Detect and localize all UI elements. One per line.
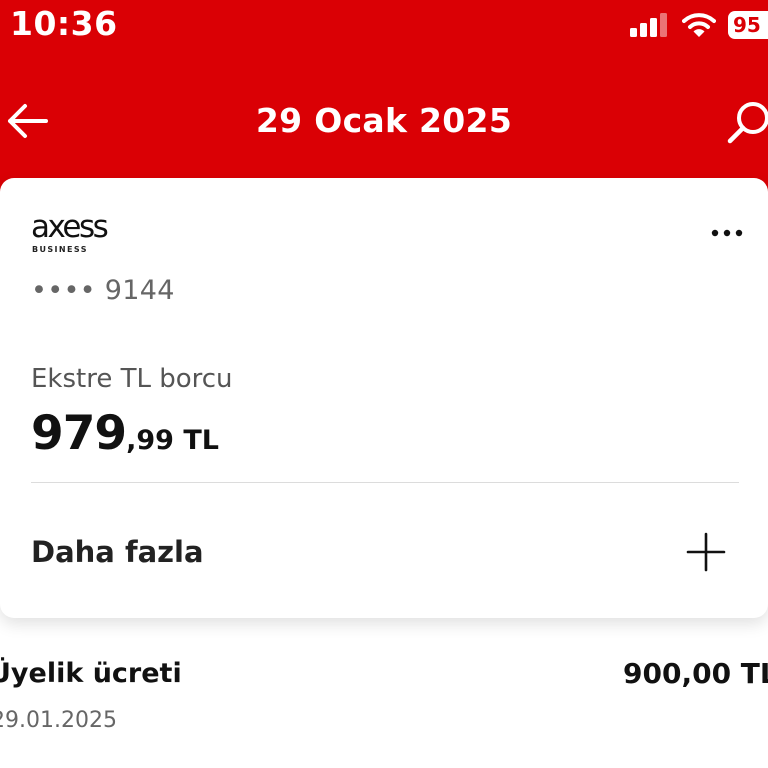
wifi-icon [682,13,716,37]
card-number: •••• 9144 [31,275,175,306]
more-horizontal-icon[interactable] [704,226,750,240]
debt-amount-integer: 979 [31,406,127,461]
brand-name: axess [31,209,109,245]
transaction-date: 29.01.2025 [0,708,117,733]
divider [31,482,739,483]
credit-card-panel: axess BUSINESS •••• 9144 Ekstre TL borcu… [0,178,768,618]
transaction-title: Üyelik ücreti [0,658,182,689]
battery-icon: 95 [728,11,768,39]
app-header: 10:36 95 29 Ocak 2025 [0,0,768,205]
transaction-item[interactable]: Üyelik ücreti 900,00 TL 29.01.2025 [0,640,768,750]
brand-sub: BUSINESS [32,245,88,254]
axess-logo: axess BUSINESS [31,209,109,254]
page-title: 29 Ocak 2025 [255,101,513,140]
debt-label: Ekstre TL borcu [31,364,233,394]
debt-amount: 979,99 TL [31,406,219,472]
search-icon[interactable] [724,100,768,144]
screen: 10:36 95 29 Ocak 2025 axess BUSINESS •••… [0,0,768,768]
more-details-row[interactable]: Daha fazla [0,518,768,588]
plus-icon[interactable] [686,532,726,572]
battery-level: 95 [733,13,761,37]
debt-amount-decimal: ,99 TL [126,425,219,456]
transaction-amount: 900,00 TL [623,657,768,690]
signal-icon [630,13,667,37]
more-details-label: Daha fazla [31,535,204,569]
status-time: 10:36 [10,4,118,43]
status-icons: 95 [630,9,768,41]
